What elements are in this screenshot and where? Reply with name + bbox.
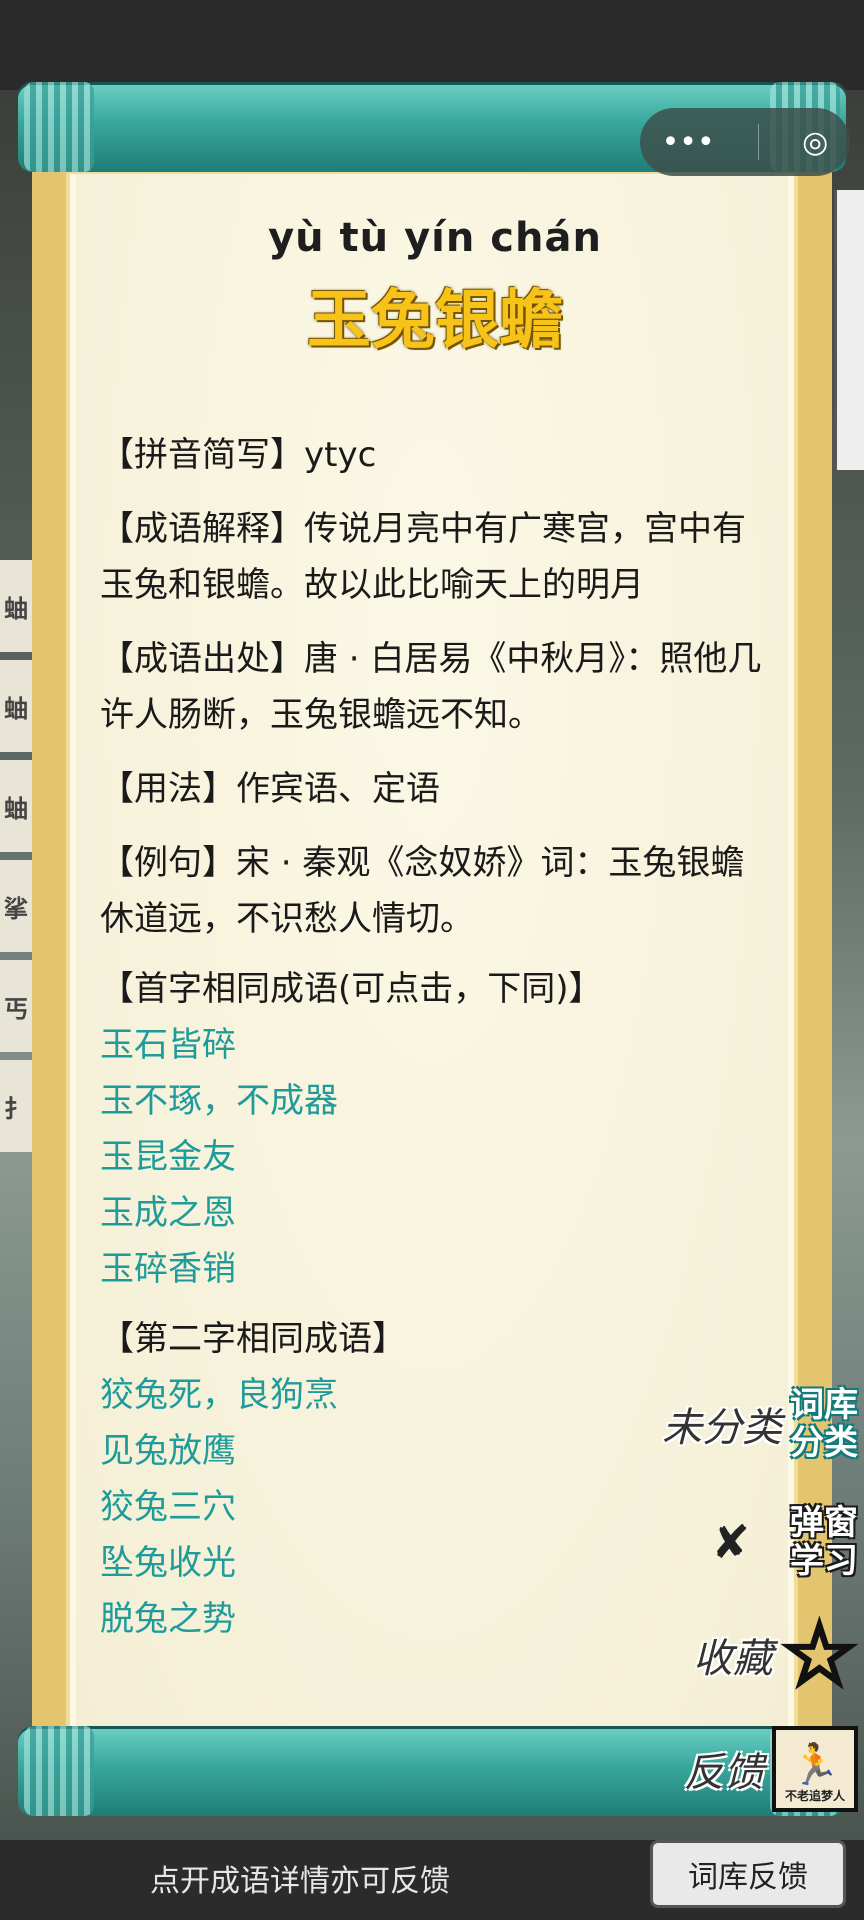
mini-program-capsule: ••• ◎: [640, 108, 850, 176]
left-tab-list: 蚰 蚰 蚰 挲 丐 扌: [0, 560, 34, 1160]
roller-cap-left: [24, 82, 94, 172]
avatar[interactable]: 🏃 不老追梦人: [772, 1726, 858, 1812]
badge-line: 学习: [790, 1541, 858, 1581]
avatar-text: 不老追梦人: [784, 1789, 845, 1803]
idiom-title: 玉兔银蟾: [307, 284, 563, 358]
field-meaning: 【成语解释】传说月亮中有广寒宫，宫中有玉兔和银蟾。故以此比喻天上的明月: [100, 501, 770, 613]
field-tag: 【成语出处】: [100, 639, 304, 679]
roller-cap-left: [24, 1726, 94, 1816]
badge-line: 分类: [790, 1423, 858, 1463]
runner-icon: 🏃: [790, 1742, 840, 1788]
target-circle-icon[interactable]: ◎: [802, 125, 828, 160]
bottom-hint: 点开成语详情亦可反馈: [150, 1864, 450, 1899]
section-title-second-char: 【第二字相同成语】: [100, 1319, 406, 1359]
feedback-label: 反馈: [684, 1750, 764, 1796]
field-text: ytyc: [304, 435, 377, 475]
related-idiom-link[interactable]: 玉不琢，不成器: [100, 1073, 770, 1129]
field-tag: 【拼音简写】: [100, 435, 304, 475]
field-tag: 【成语解释】: [100, 509, 304, 549]
close-x-icon[interactable]: ✘: [711, 1515, 750, 1569]
category-label: 未分类: [662, 1405, 782, 1451]
star-icon[interactable]: ☆: [779, 1610, 860, 1700]
left-tab[interactable]: 蚰: [0, 560, 34, 652]
popup-learn-action[interactable]: ✘ 弹窗 学习: [711, 1504, 858, 1580]
related-idiom-link[interactable]: 狡兔三穴: [100, 1479, 770, 1535]
idiom-pinyin: yù tù yín chán: [268, 215, 602, 261]
related-idiom-link[interactable]: 坠兔收光: [100, 1535, 770, 1591]
lexicon-feedback-button[interactable]: 词库反馈: [650, 1840, 846, 1908]
field-text: 作宾语、定语: [236, 769, 440, 809]
related-idiom-link[interactable]: 脱兔之势: [100, 1591, 770, 1647]
right-strip: [834, 190, 864, 470]
left-tab[interactable]: 蚰: [0, 760, 34, 852]
field-usage: 【用法】作宾语、定语: [100, 761, 770, 817]
more-dots-icon[interactable]: •••: [662, 125, 715, 160]
field-example: 【例句】宋 · 秦观《念奴娇》词：玉兔银蟾休道远，不识愁人情切。: [100, 835, 770, 947]
field-source: 【成语出处】唐 · 白居易《中秋月》：照他几许人肠断，玉兔银蟾远不知。: [100, 631, 770, 743]
left-tab[interactable]: 扌: [0, 1060, 34, 1152]
field-tag: 【用法】: [100, 769, 236, 809]
popup-learn-badge[interactable]: 弹窗 学习: [790, 1504, 858, 1580]
favorite-label: 收藏: [692, 1636, 773, 1682]
badge-line: 弹窗: [790, 1503, 858, 1543]
feedback-action[interactable]: 反馈 🏃 不老追梦人: [684, 1726, 858, 1812]
related-idiom-link[interactable]: 玉昆金友: [100, 1129, 770, 1185]
field-tag: 【例句】: [100, 843, 236, 883]
related-idiom-link[interactable]: 玉成之恩: [100, 1185, 770, 1241]
left-tab[interactable]: 蚰: [0, 660, 34, 752]
category-action[interactable]: 未分类 词库 分类: [662, 1386, 858, 1462]
category-badge[interactable]: 词库 分类: [790, 1386, 858, 1462]
related-idiom-link[interactable]: 玉碎香销: [100, 1241, 770, 1297]
status-area: [0, 0, 864, 90]
left-tab[interactable]: 挲: [0, 860, 34, 952]
section-title-first-char: 【首字相同成语(可点击，下同)】: [100, 969, 603, 1009]
related-idiom-link[interactable]: 玉石皆碎: [100, 1017, 770, 1073]
badge-line: 词库: [790, 1385, 858, 1425]
capsule-divider: [757, 124, 759, 160]
left-tab[interactable]: 丐: [0, 960, 34, 1052]
field-abbr: 【拼音简写】ytyc: [100, 427, 770, 483]
favorite-action[interactable]: 收藏 ☆: [692, 1610, 860, 1700]
